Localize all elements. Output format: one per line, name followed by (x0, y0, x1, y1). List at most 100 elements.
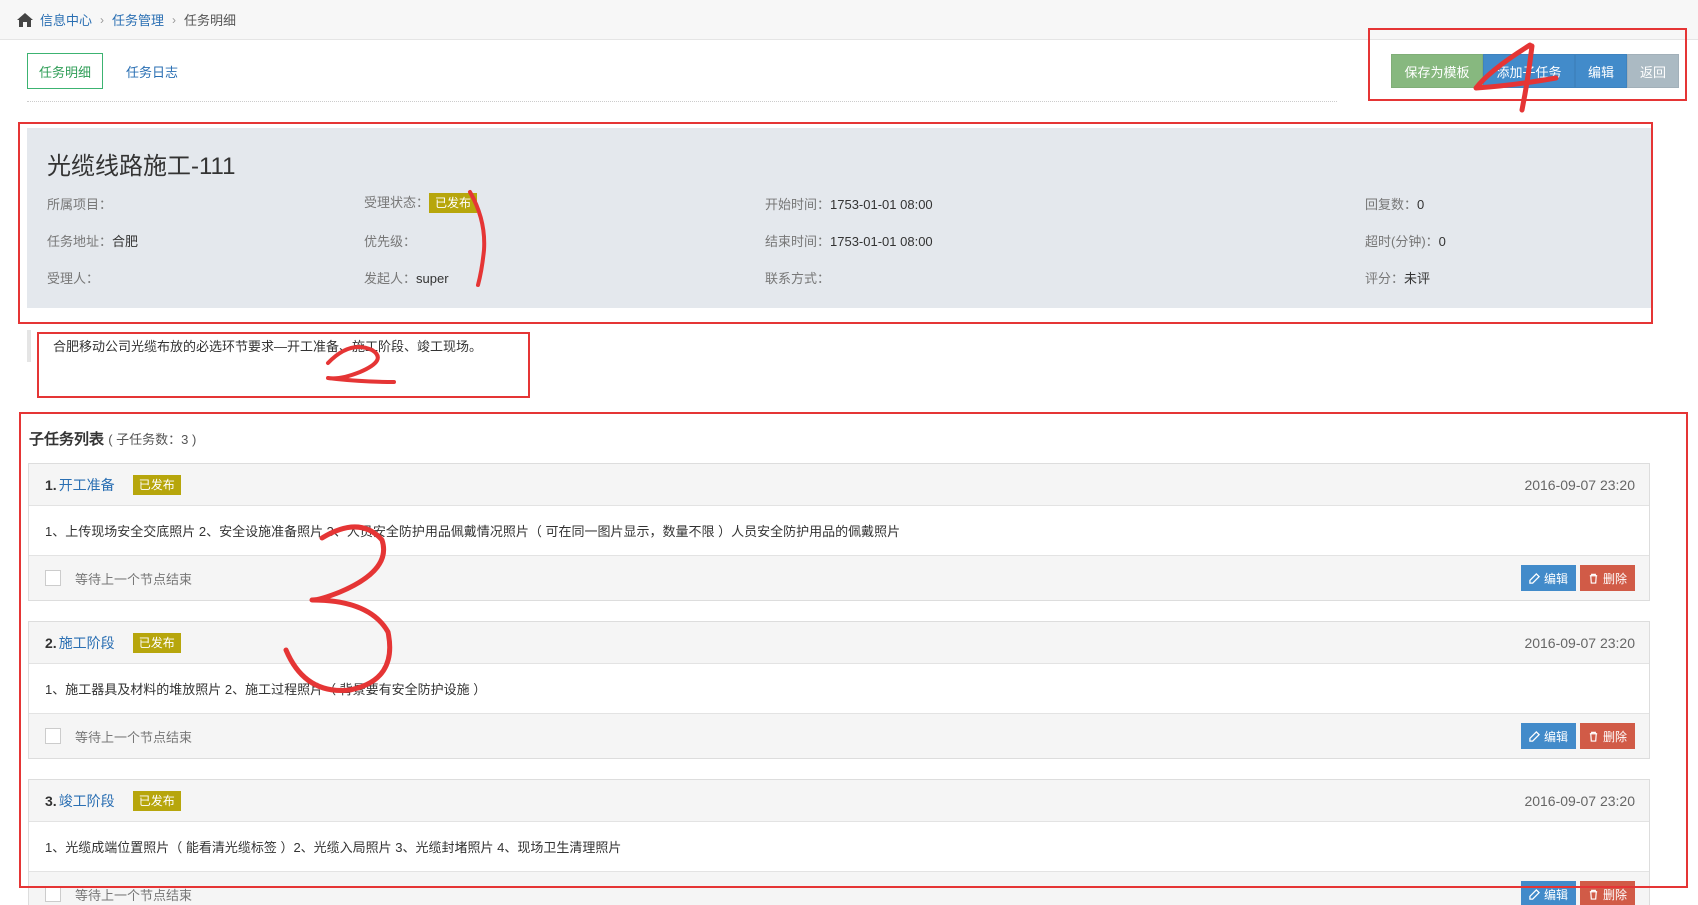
priority-label: 优先级： (364, 234, 417, 249)
wait-label: 等待上一个节点结束 (75, 729, 193, 745)
subtask-actions: 编辑 删除 (1520, 881, 1635, 905)
wait-label: 等待上一个节点结束 (75, 887, 193, 903)
subtask-edit-button[interactable]: 编辑 (1520, 881, 1576, 905)
address-value: 合肥 (112, 234, 139, 249)
rating-value: 未评 (1404, 271, 1431, 286)
subtask-number: 2. (45, 634, 57, 651)
breadcrumb-separator: › (172, 12, 177, 27)
subtask-name-link[interactable]: 竣工阶段 (59, 791, 115, 811)
subtask-header: 2. 施工阶段 已发布 2016-09-07 23:20 (29, 622, 1649, 664)
save-as-template-button[interactable]: 保存为模板 (1391, 54, 1483, 88)
subtask-delete-label: 删除 (1602, 887, 1627, 902)
subtask-card: 2. 施工阶段 已发布 2016-09-07 23:20 1、施工器具及材料的堆… (28, 621, 1650, 759)
subtask-number: 1. (45, 476, 57, 493)
task-info-panel: 光缆线路施工-111 所属项目： 受理状态： 已发布 开始时间：1753-01-0… (27, 128, 1651, 308)
subtask-delete-label: 删除 (1602, 571, 1627, 586)
reply-count-field: 回复数：0 (1365, 194, 1424, 213)
subtask-count: ( 子任务数：3 ) (108, 432, 197, 447)
overtime-value: 0 (1438, 234, 1446, 249)
subtask-delete-button[interactable]: 删除 (1579, 565, 1635, 591)
start-time-label: 开始时间： (765, 197, 831, 212)
subtask-delete-label: 删除 (1602, 729, 1627, 744)
subtask-status-badge: 已发布 (132, 474, 181, 495)
assignee-field: 受理人： (47, 268, 99, 287)
subtask-content: 1、施工器具及材料的堆放照片 2、施工过程照片（ 背景要有安全防护设施 ） (29, 664, 1649, 714)
edit-icon (1529, 572, 1540, 584)
subtask-delete-button[interactable]: 删除 (1579, 881, 1635, 905)
address-label: 任务地址： (47, 234, 113, 249)
breadcrumb-home-link[interactable]: 信息中心 (40, 10, 92, 29)
add-subtask-button[interactable]: 添加子任务 (1483, 54, 1575, 88)
assignee-label: 受理人： (47, 271, 100, 286)
breadcrumb-current: 任务明细 (184, 13, 237, 28)
overtime-label: 超时(分钟)： (1365, 234, 1439, 249)
subtask-actions: 编辑 删除 (1520, 723, 1635, 749)
reply-count-value: 0 (1417, 197, 1425, 212)
subtask-delete-button[interactable]: 删除 (1579, 723, 1635, 749)
wait-checkbox[interactable] (45, 570, 61, 586)
rating-field: 评分：未评 (1365, 268, 1430, 287)
trash-icon (1589, 889, 1598, 900)
tab-bar: 任务明细 任务日志 (27, 53, 189, 89)
subtask-footer: 等待上一个节点结束 编辑 删除 (29, 872, 1649, 905)
edit-button[interactable]: 编辑 (1575, 54, 1627, 88)
subtask-number: 3. (45, 792, 57, 809)
end-time-label: 结束时间： (765, 234, 831, 249)
home-icon[interactable] (16, 12, 34, 28)
tab-task-detail[interactable]: 任务明细 (27, 53, 104, 89)
subtask-footer: 等待上一个节点结束 编辑 删除 (29, 556, 1649, 600)
initiator-value: super (416, 271, 449, 286)
back-button[interactable]: 返回 (1627, 54, 1679, 88)
address-field: 任务地址：合肥 (47, 231, 138, 250)
priority-field: 优先级： (364, 231, 416, 250)
project-field: 所属项目： (47, 194, 112, 213)
breadcrumb-task-management-link[interactable]: 任务管理 (112, 10, 164, 29)
breadcrumb-separator: › (100, 12, 105, 27)
trash-icon (1589, 731, 1598, 742)
tab-divider (27, 101, 1337, 102)
task-title: 光缆线路施工-111 (47, 153, 236, 180)
contact-field: 联系方式： (765, 268, 830, 287)
subtask-edit-label: 编辑 (1543, 571, 1568, 586)
subtask-card: 3. 竣工阶段 已发布 2016-09-07 23:20 1、光缆成端位置照片（… (28, 779, 1650, 905)
tab-task-log[interactable]: 任务日志 (115, 53, 189, 89)
status-badge: 已发布 (429, 193, 478, 213)
project-label: 所属项目： (47, 197, 113, 212)
subtask-status-badge: 已发布 (132, 790, 181, 811)
subtask-footer: 等待上一个节点结束 编辑 删除 (29, 714, 1649, 758)
subtask-date: 2016-09-07 23:20 (1524, 792, 1635, 809)
status-field: 受理状态： 已发布 (364, 192, 478, 213)
wait-label: 等待上一个节点结束 (75, 571, 193, 587)
subtask-actions: 编辑 删除 (1520, 565, 1635, 591)
trash-icon (1589, 573, 1598, 584)
wait-checkbox[interactable] (45, 728, 61, 744)
subtask-name-link[interactable]: 开工准备 (59, 475, 115, 495)
subtask-card: 1. 开工准备 已发布 2016-09-07 23:20 1、上传现场安全交底照… (28, 463, 1650, 601)
subtask-content: 1、上传现场安全交底照片 2、安全设施准备照片 3、人员安全防护用品佩戴情况照片… (29, 506, 1649, 556)
wait-checkbox[interactable] (45, 886, 61, 902)
edit-icon (1529, 730, 1540, 742)
start-time-value: 1753-01-01 08:00 (830, 197, 933, 212)
subtask-edit-label: 编辑 (1543, 729, 1568, 744)
end-time-value: 1753-01-01 08:00 (830, 234, 933, 249)
start-time-field: 开始时间：1753-01-01 08:00 (765, 194, 933, 213)
subtask-edit-button[interactable]: 编辑 (1520, 565, 1576, 591)
subtask-list-heading: 子任务列表 (29, 431, 105, 448)
subtask-edit-label: 编辑 (1543, 887, 1568, 902)
overtime-field: 超时(分钟)：0 (1365, 231, 1446, 250)
subtask-date: 2016-09-07 23:20 (1524, 634, 1635, 651)
subtask-date: 2016-09-07 23:20 (1524, 476, 1635, 493)
rating-label: 评分： (1365, 271, 1405, 286)
initiator-field: 发起人：super (364, 268, 449, 287)
initiator-label: 发起人： (364, 271, 417, 286)
edit-icon (1529, 888, 1540, 900)
end-time-field: 结束时间：1753-01-01 08:00 (765, 231, 933, 250)
subtask-name-link[interactable]: 施工阶段 (59, 633, 115, 653)
subtask-list-title: 子任务列表 ( 子任务数：3 ) (29, 428, 196, 449)
subtask-content: 1、光缆成端位置照片（ 能看清光缆标签 ）2、光缆入局照片 3、光缆封堵照片 4… (29, 822, 1649, 872)
subtask-edit-button[interactable]: 编辑 (1520, 723, 1576, 749)
reply-count-label: 回复数： (1365, 197, 1418, 212)
subtask-header: 1. 开工准备 已发布 2016-09-07 23:20 (29, 464, 1649, 506)
action-toolbar: 保存为模板 添加子任务 编辑 返回 (1391, 54, 1679, 88)
task-description: 合肥移动公司光缆布放的必选环节要求—开工准备、施工阶段、竣工现场。 (27, 330, 1651, 362)
